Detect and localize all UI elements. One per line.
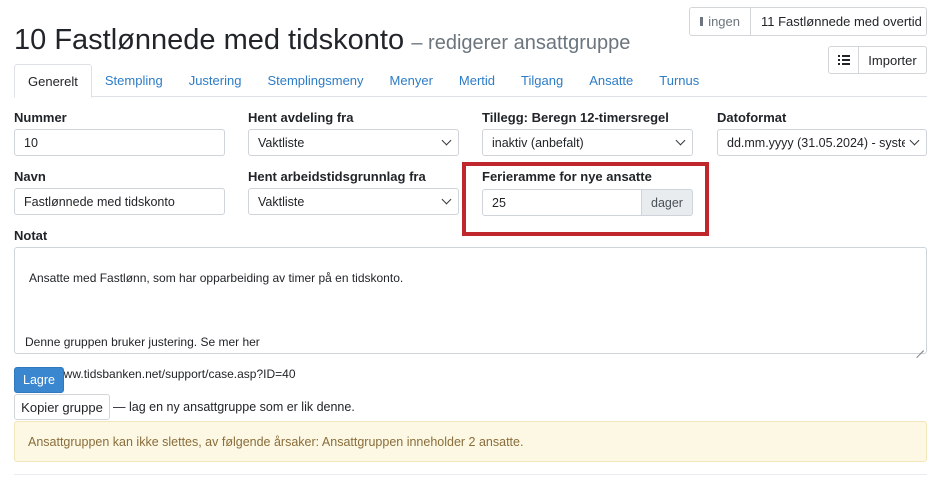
save-button[interactable]: Lagre — [14, 367, 64, 393]
notat-label: Notat — [14, 228, 48, 243]
group-navigation: ingen 11 Fastlønnede med overtid — [689, 7, 927, 36]
next-group-button[interactable]: 11 Fastlønnede med overtid — [751, 7, 927, 36]
datoformat-label: Datoformat — [717, 110, 787, 125]
avdeling-value: Vaktliste — [258, 135, 305, 150]
tillegg-label: Tillegg: Beregn 12-timersregel — [482, 110, 669, 125]
tab-turnus[interactable]: Turnus — [646, 64, 712, 97]
copy-group-button[interactable]: Kopier gruppe — [14, 394, 110, 420]
tab-stemplingsmeny[interactable]: Stemplingsmeny — [254, 64, 376, 97]
navn-field[interactable]: Fastlønnede med tidskonto — [14, 188, 225, 215]
resize-handle-icon[interactable] — [916, 343, 924, 351]
avdeling-label: Hent avdeling fra — [248, 110, 354, 125]
tab-ansatte[interactable]: Ansatte — [576, 64, 646, 97]
warning-alert: Ansattgruppen kan ikke slettes, av følge… — [14, 421, 927, 462]
alert-text: Ansattgruppen kan ikke slettes, av følge… — [28, 434, 524, 449]
tab-justering[interactable]: Justering — [176, 64, 255, 97]
tab-mertid[interactable]: Mertid — [446, 64, 508, 97]
divider — [14, 474, 927, 475]
skip-next-icon — [925, 16, 926, 27]
notat-line-1: Ansatte med Fastlønn, som har opparbeidi… — [29, 271, 404, 285]
datoformat-value: dd.mm.yyyy (31.05.2024) - system — [727, 135, 905, 150]
nummer-label: Nummer — [14, 110, 67, 125]
arbeidstid-value: Vaktliste — [258, 194, 305, 209]
ferieramme-field[interactable]: 25 — [482, 189, 642, 216]
chevron-down-icon — [909, 135, 920, 146]
stop-icon — [700, 17, 704, 26]
chevron-down-icon — [441, 194, 452, 205]
tab-bar: Generelt Stempling Justering Stemplingsm… — [14, 64, 927, 98]
copy-group-hint: — lag en ny ansattgruppe som er lik denn… — [113, 400, 355, 414]
notat-textarea[interactable]: Ansatte med Fastlønn, som har opparbeidi… — [14, 247, 927, 381]
tillegg-value: inaktiv (anbefalt) — [492, 135, 584, 150]
notat-line-2: Denne gruppen bruker justering. Se mer h… — [25, 335, 260, 349]
datoformat-select[interactable]: dd.mm.yyyy (31.05.2024) - system — [717, 129, 927, 156]
previous-group-label: ingen — [708, 14, 740, 29]
avdeling-select[interactable]: Vaktliste — [248, 129, 459, 156]
arbeidstid-select[interactable]: Vaktliste — [248, 188, 459, 215]
copy-group-label: Kopier gruppe — [21, 399, 103, 415]
ferieramme-label: Ferieramme for nye ansatte — [482, 169, 652, 184]
page-title: 10 Fastlønnede med tidskonto – redigerer… — [14, 20, 630, 63]
page-subtitle: – redigerer ansattgruppe — [411, 32, 631, 54]
navn-label: Navn — [14, 169, 46, 184]
tab-stempling[interactable]: Stempling — [92, 64, 176, 97]
chevron-down-icon — [675, 135, 686, 146]
notat-line-3: http://www.tidsbanken.net/support/case.a… — [25, 367, 296, 381]
chevron-down-icon — [441, 135, 452, 146]
arbeidstid-label: Hent arbeidstidsgrunnlag fra — [248, 169, 426, 184]
nummer-field[interactable]: 10 — [14, 129, 225, 156]
previous-group-button[interactable]: ingen — [689, 7, 751, 36]
tab-tilgang[interactable]: Tilgang — [508, 64, 576, 97]
tab-menyer[interactable]: Menyer — [377, 64, 446, 97]
next-group-label: 11 Fastlønnede med overtid — [761, 14, 922, 29]
tab-generelt[interactable]: Generelt — [14, 64, 92, 98]
group-name: 10 Fastlønnede med tidskonto — [14, 24, 405, 56]
tillegg-select[interactable]: inaktiv (anbefalt) — [482, 129, 693, 156]
ferieramme-unit: dager — [642, 189, 693, 216]
